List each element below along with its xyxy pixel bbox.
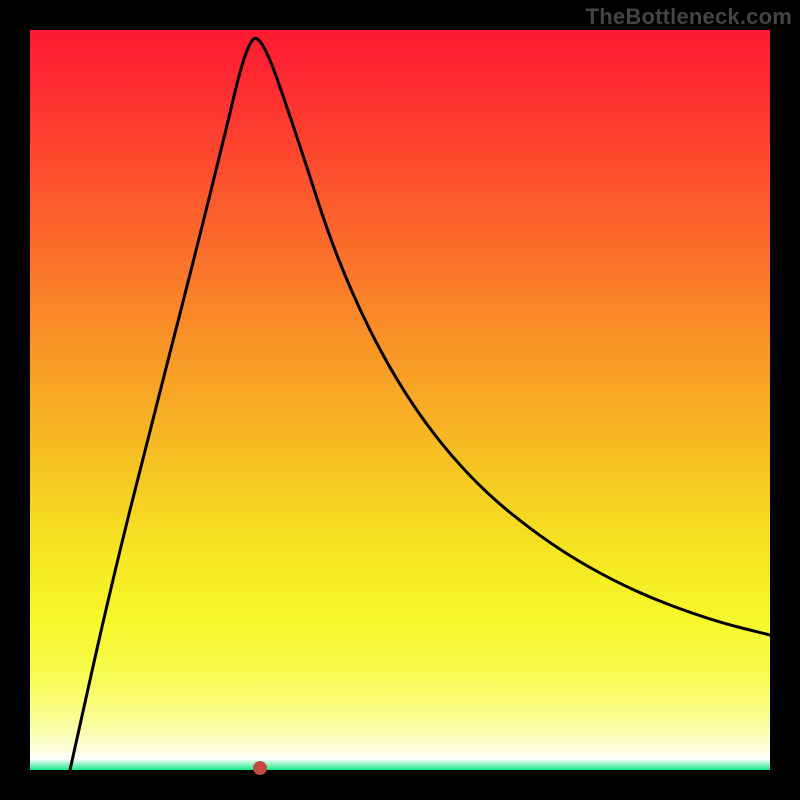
bottleneck-curve <box>70 38 770 770</box>
minimum-dot <box>253 761 267 775</box>
figure-root: TheBottleneck.com <box>0 0 800 800</box>
curve-svg <box>30 30 770 770</box>
watermark-text: TheBottleneck.com <box>586 4 792 30</box>
plot-area <box>30 30 770 770</box>
